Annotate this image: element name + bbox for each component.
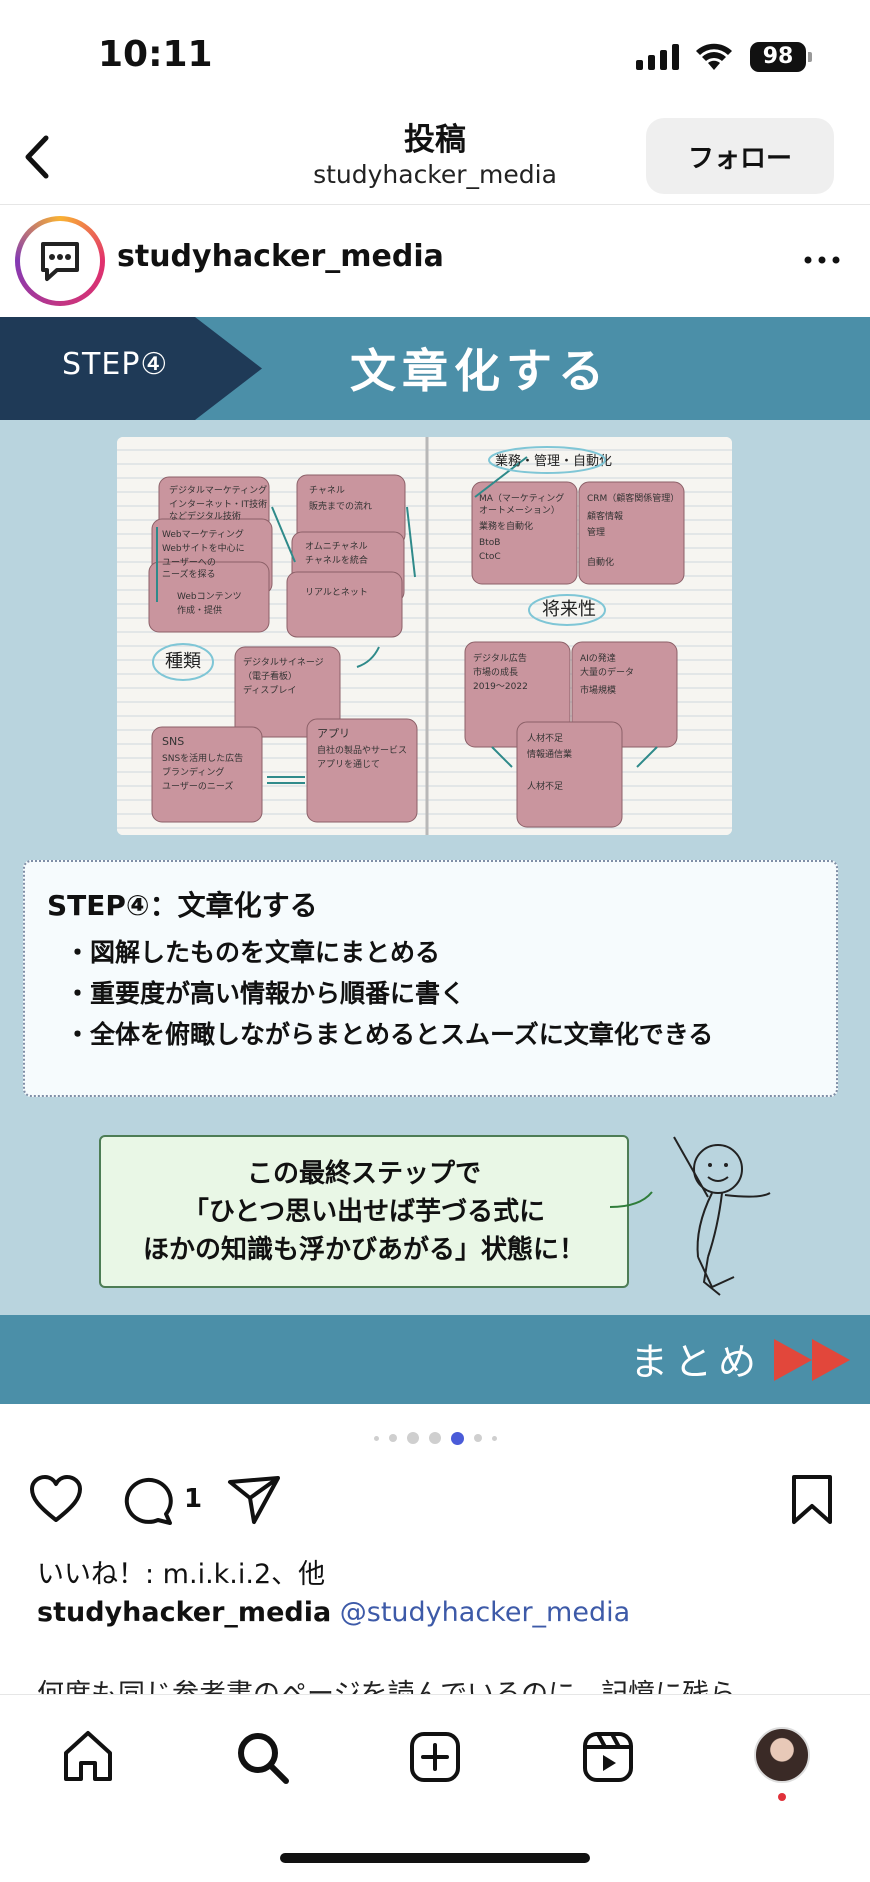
nb-card-1-title: デジタルマーケティング (169, 484, 267, 496)
svg-text:Webコンテンツ: Webコンテンツ (177, 591, 242, 602)
step-bullet-1: ・図解したものを文章にまとめる (65, 938, 441, 967)
home-icon[interactable] (58, 1727, 118, 1787)
svg-text:作成・提供: 作成・提供 (177, 604, 222, 616)
svg-text:人材不足: 人材不足 (527, 732, 563, 744)
profile-tab-avatar[interactable] (754, 1727, 810, 1783)
svg-text:将来性: 将来性 (542, 599, 596, 620)
svg-text:リアルとネット: リアルとネット (305, 587, 368, 598)
likes-text[interactable]: いいね！: m.i.k.i.2、他 (37, 1552, 325, 1591)
svg-text:業務を自動化: 業務を自動化 (479, 520, 533, 532)
svg-text:販売までの流れ: 販売までの流れ (309, 500, 372, 512)
step-bullet-2: ・重要度が高い情報から順番に書く (65, 979, 466, 1008)
step-box-title: STEP④：文章化する (47, 889, 318, 922)
search-icon[interactable] (232, 1727, 292, 1787)
step-label: STEP④ (62, 347, 169, 382)
notification-dot (778, 1793, 786, 1801)
svg-text:インターネット・IT技術: インターネット・IT技術 (169, 498, 267, 510)
svg-text:チャネル: チャネル (309, 485, 345, 496)
svg-text:SNS: SNS (162, 735, 184, 748)
svg-text:情報通信業: 情報通信業 (527, 748, 572, 760)
step-banner: STEP④ 文章化する (0, 317, 870, 420)
post-image-slide[interactable]: STEP④ 文章化する デジタルマーケティング インターネット・IT技術 などデ… (0, 317, 870, 1404)
post-actions: 1 (0, 1470, 870, 1530)
carousel-indicator (0, 1430, 870, 1446)
more-options-icon[interactable] (800, 245, 844, 275)
svg-text:顧客情報: 顧客情報 (587, 510, 623, 522)
svg-text:ディスプレイ: ディスプレイ (243, 684, 296, 696)
create-post-icon[interactable] (405, 1727, 465, 1787)
svg-text:管理: 管理 (587, 526, 605, 538)
callout-line-2: 「ひとつ思い出せば芋づる式に (182, 1197, 546, 1227)
svg-text:CRM（顧客関係管理）: CRM（顧客関係管理） (587, 492, 679, 504)
comment-count: 1 (184, 1484, 203, 1514)
svg-text:CtoC: CtoC (479, 552, 501, 562)
svg-text:デジタル広告: デジタル広告 (473, 652, 527, 664)
svg-text:などデジタル技術: などデジタル技術 (169, 510, 241, 522)
callout-line-3: ほかの知識も浮かびあがる」状態に！ (142, 1235, 585, 1265)
callout-line-1: この最終ステップで (246, 1159, 481, 1189)
nav-header: 投稿 studyhacker_media フォロー (0, 110, 870, 205)
double-arrow-icon (774, 1339, 850, 1381)
svg-text:ブランディング: ブランディング (162, 766, 224, 778)
bottom-tab-bar (0, 1694, 870, 1882)
svg-text:市場規模: 市場規模 (580, 684, 616, 696)
reels-icon[interactable] (578, 1727, 638, 1787)
chat-bubble-logo-icon (41, 242, 79, 281)
svg-text:（電子看板）: （電子看板） (243, 670, 297, 682)
status-bar: 10:11 98 (0, 0, 870, 110)
battery-cap (808, 52, 812, 62)
svg-text:自動化: 自動化 (587, 556, 614, 568)
caption-body[interactable]: 何度も同じ参考書のページを読んでいるのに、記憶に残ら (37, 1672, 837, 1694)
heart-icon[interactable] (28, 1474, 84, 1526)
svg-text:ユーザーへの: ユーザーへの (162, 557, 216, 568)
battery-level: 98 (750, 42, 806, 72)
svg-text:大量のデータ: 大量のデータ (580, 666, 634, 678)
svg-text:種類: 種類 (165, 651, 201, 672)
svg-text:オムニチャネル: オムニチャネル (305, 541, 368, 552)
send-icon[interactable] (226, 1474, 282, 1526)
svg-text:MA（マーケティング: MA（マーケティング (479, 492, 564, 504)
svg-text:市場の成長: 市場の成長 (473, 666, 518, 678)
svg-text:AIの発達: AIの発達 (580, 652, 616, 664)
svg-text:2019〜2022: 2019〜2022 (473, 682, 528, 692)
caption-mention[interactable]: @studyhacker_media (340, 1597, 630, 1628)
follow-button[interactable]: フォロー (646, 118, 834, 194)
post-username[interactable]: studyhacker_media (117, 239, 444, 274)
svg-text:自社の製品やサービス: 自社の製品やサービス (317, 744, 407, 756)
stickman-illustration-icon (609, 1136, 771, 1296)
summary-label: まとめ (630, 1340, 763, 1384)
step-bullet-3: ・全体を俯瞰しながらまとめるとスムーズに文章化できる (65, 1020, 714, 1049)
callout-box: この最終ステップで 「ひとつ思い出せば芋づる式に ほかの知識も浮かびあがる」状態… (99, 1135, 629, 1288)
step-title: 文章化する (350, 344, 610, 398)
cellular-signal-icon (636, 44, 679, 70)
caption-username[interactable]: studyhacker_media (37, 1597, 331, 1628)
notebook-photo: デジタルマーケティング インターネット・IT技術 などデジタル技術 Webマーケ… (117, 437, 732, 835)
wifi-icon (696, 43, 732, 70)
svg-text:Webサイトを中心に: Webサイトを中心に (162, 542, 245, 554)
svg-text:デジタルサイネージ: デジタルサイネージ (243, 656, 324, 668)
post-header: studyhacker_media (0, 205, 870, 317)
svg-text:アプリ: アプリ (317, 727, 350, 740)
svg-text:Webマーケティング: Webマーケティング (162, 528, 244, 540)
svg-text:ニーズを探る: ニーズを探る (162, 568, 216, 580)
svg-text:オートメーション）: オートメーション） (479, 505, 560, 516)
svg-text:チャネルを統合: チャネルを統合 (305, 554, 368, 566)
home-indicator (280, 1853, 590, 1863)
status-time: 10:11 (98, 34, 213, 75)
svg-text:ユーザーのニーズ: ユーザーのニーズ (162, 780, 233, 792)
bookmark-icon[interactable] (784, 1474, 840, 1526)
comment-icon[interactable] (120, 1474, 176, 1526)
profile-avatar[interactable] (15, 216, 105, 306)
svg-text:BtoB: BtoB (479, 538, 500, 548)
step-summary-box: STEP④：文章化する ・図解したものを文章にまとめる ・重要度が高い情報から順… (23, 860, 838, 1097)
summary-band: まとめ (0, 1315, 870, 1404)
svg-text:人材不足: 人材不足 (527, 780, 563, 792)
svg-text:SNSを活用した広告: SNSを活用した広告 (162, 752, 243, 764)
caption: studyhacker_media @studyhacker_media (37, 1597, 630, 1628)
svg-text:アプリを通じて: アプリを通じて (317, 759, 380, 770)
